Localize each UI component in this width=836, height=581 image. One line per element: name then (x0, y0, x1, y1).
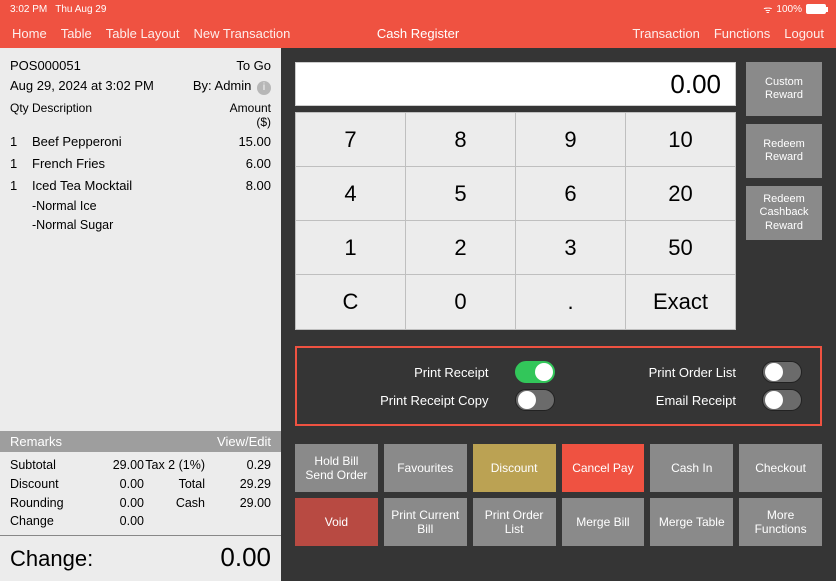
key-exact[interactable]: Exact (626, 275, 735, 329)
fn-print-current-bill[interactable]: Print Current Bill (384, 498, 467, 546)
item-modifier: -Normal Sugar (10, 216, 271, 235)
totals: Subtotal29.00Tax 2 (1%)0.29Discount0.00T… (0, 452, 281, 535)
fn-more-functions[interactable]: More Functions (739, 498, 822, 546)
total-row: Change0.00 (10, 512, 271, 531)
nav-left: Home Table Table Layout New Transaction (12, 26, 290, 41)
change-label: Change: (10, 546, 93, 572)
key-9[interactable]: 9 (516, 113, 626, 167)
fn-cash-in[interactable]: Cash In (650, 444, 733, 492)
total-row: Discount0.00Total29.29 (10, 475, 271, 494)
fn-void[interactable]: Void (295, 498, 378, 546)
fn-print-order-list[interactable]: Print Order List (473, 498, 556, 546)
key-.[interactable]: . (516, 275, 626, 329)
function-grid: Hold Bill Send OrderFavouritesDiscountCa… (295, 444, 822, 546)
toggle-print-copy[interactable] (515, 389, 555, 411)
fn-merge-bill[interactable]: Merge Bill (562, 498, 645, 546)
header: Home Table Table Layout New Transaction … (0, 18, 836, 48)
page-title: Cash Register (377, 26, 459, 41)
key-6[interactable]: 6 (516, 167, 626, 221)
nav-functions[interactable]: Functions (714, 26, 770, 41)
item-modifier: -Normal Ice (10, 197, 271, 216)
label-print-receipt: Print Receipt (414, 365, 488, 380)
toggle-print-receipt[interactable] (515, 361, 555, 383)
key-10[interactable]: 10 (626, 113, 735, 167)
key-8[interactable]: 8 (406, 113, 516, 167)
status-date: Thu Aug 29 (55, 4, 106, 15)
col-amt: Amount ($) (215, 101, 271, 129)
col-qty: Qty (10, 101, 32, 129)
key-50[interactable]: 50 (626, 221, 735, 275)
label-print-copy: Print Receipt Copy (380, 393, 488, 408)
key-2[interactable]: 2 (406, 221, 516, 275)
change-value: 0.00 (220, 542, 271, 573)
fn-checkout[interactable]: Checkout (739, 444, 822, 492)
remarks-bar[interactable]: Remarks View/Edit (0, 431, 281, 452)
fn-merge-table[interactable]: Merge Table (650, 498, 733, 546)
nav-new-transaction[interactable]: New Transaction (194, 26, 291, 41)
receipt-panel: POS000051 To Go Aug 29, 2024 at 3:02 PM … (0, 48, 281, 581)
reward-button[interactable]: Redeem Reward (746, 124, 822, 178)
total-row: Subtotal29.00Tax 2 (1%)0.29 (10, 456, 271, 475)
print-options: Print Receipt Print Order List Print Rec… (295, 346, 822, 426)
item-row[interactable]: 1French Fries6.00 (10, 153, 271, 175)
total-row: Rounding0.00Cash29.00 (10, 494, 271, 513)
nav-table-layout[interactable]: Table Layout (106, 26, 180, 41)
fn-favourites[interactable]: Favourites (384, 444, 467, 492)
battery-icon (806, 4, 826, 14)
fn-cancel-pay[interactable]: Cancel Pay (562, 444, 645, 492)
remarks-label: Remarks (10, 434, 62, 449)
item-row[interactable]: 1Beef Pepperoni15.00 (10, 131, 271, 153)
nav-transaction[interactable]: Transaction (632, 26, 699, 41)
key-c[interactable]: C (296, 275, 406, 329)
label-email: Email Receipt (656, 393, 736, 408)
item-row[interactable]: 1Iced Tea Mocktail8.00 (10, 175, 271, 197)
status-time: 3:02 PM (10, 4, 47, 15)
label-print-order: Print Order List (649, 365, 736, 380)
key-7[interactable]: 7 (296, 113, 406, 167)
receipt-items: 1Beef Pepperoni15.001French Fries6.001Ic… (0, 131, 281, 431)
nav-right: Transaction Functions Logout (632, 26, 824, 41)
nav-home[interactable]: Home (12, 26, 47, 41)
pos-id: POS000051 (10, 56, 81, 76)
reward-button[interactable]: Redeem Cashback Reward (746, 186, 822, 240)
key-3[interactable]: 3 (516, 221, 626, 275)
info-icon[interactable]: i (257, 81, 271, 95)
key-5[interactable]: 5 (406, 167, 516, 221)
remarks-action[interactable]: View/Edit (217, 434, 271, 449)
reward-column: Custom Reward Redeem Reward Redeem Cashbac… (746, 62, 822, 330)
toggle-email[interactable] (762, 389, 802, 411)
key-0[interactable]: 0 (406, 275, 516, 329)
status-bar: 3:02 PM Thu Aug 29 ᯤ 100% (0, 0, 836, 18)
nav-logout[interactable]: Logout (784, 26, 824, 41)
fn-discount[interactable]: Discount (473, 444, 556, 492)
receipt-datetime: Aug 29, 2024 at 3:02 PM (10, 76, 154, 96)
order-type: To Go (236, 56, 271, 76)
col-desc: Description (32, 101, 215, 129)
key-20[interactable]: 20 (626, 167, 735, 221)
battery-pct: 100% (776, 4, 802, 15)
toggle-print-order[interactable] (762, 361, 802, 383)
fn-hold-bill-send-order[interactable]: Hold Bill Send Order (295, 444, 378, 492)
wifi-icon: ᯤ (763, 2, 772, 16)
key-1[interactable]: 1 (296, 221, 406, 275)
keypad: 78910 45620 12350 C0.Exact (295, 112, 736, 330)
calc-readout: 0.00 (295, 62, 736, 106)
key-4[interactable]: 4 (296, 167, 406, 221)
nav-table[interactable]: Table (61, 26, 92, 41)
receipt-by: By: Admin (193, 78, 252, 93)
reward-button[interactable]: Custom Reward (746, 62, 822, 116)
